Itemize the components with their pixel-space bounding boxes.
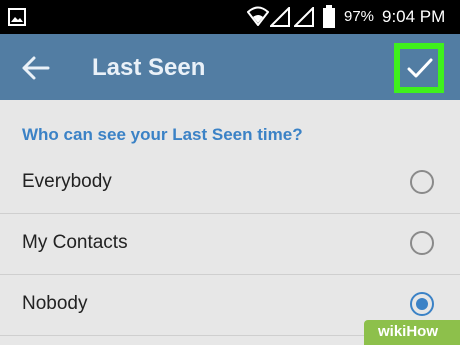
- watermark-text: wikiHow: [378, 323, 439, 340]
- radio-button[interactable]: [410, 231, 434, 255]
- clock: 9:04 PM: [382, 7, 446, 26]
- status-bar: 97% 9:04 PM: [0, 0, 460, 34]
- radio-button[interactable]: [410, 170, 434, 194]
- signal-icon: [294, 7, 314, 27]
- radio-button-selected[interactable]: [410, 292, 434, 316]
- option-label: Nobody: [22, 293, 88, 314]
- signal-icon: [270, 7, 290, 27]
- option-everybody[interactable]: Everybody: [0, 153, 460, 214]
- page-title: Last Seen: [92, 54, 206, 81]
- option-label: My Contacts: [22, 232, 128, 253]
- check-icon: [407, 58, 433, 78]
- battery-icon: [323, 5, 335, 28]
- image-icon: [8, 8, 26, 26]
- option-my-contacts[interactable]: My Contacts: [0, 214, 460, 275]
- watermark: wikiHow: [364, 320, 460, 345]
- section-header: Who can see your Last Seen time?: [22, 125, 303, 144]
- back-button[interactable]: [20, 54, 52, 82]
- battery-percent: 97%: [344, 8, 375, 25]
- radio-dot: [416, 298, 428, 310]
- option-label: Everybody: [22, 171, 112, 192]
- app-bar: Last Seen: [0, 34, 460, 100]
- arrow-left-icon: [22, 56, 50, 80]
- confirm-button[interactable]: [394, 43, 444, 93]
- wifi-icon: [247, 6, 269, 26]
